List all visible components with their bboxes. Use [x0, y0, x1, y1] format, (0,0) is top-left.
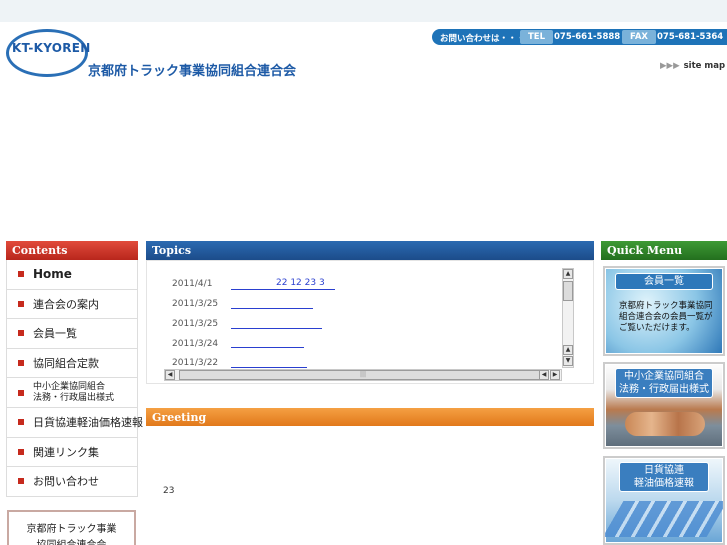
- fax-number: 075-681-5364: [657, 32, 724, 42]
- bullet-icon: [18, 359, 24, 366]
- topic-date: 2011/3/24: [172, 339, 219, 349]
- card-text: 京都府トラック事業協同組合連合会の会員一覧がご覧いただけます。: [619, 301, 713, 333]
- quick-menu-members-card[interactable]: 会員一覧 京都府トラック事業協同組合連合会の会員一覧がご覧いただけます。: [603, 266, 725, 356]
- sidebar-item-members[interactable]: 会員一覧: [6, 319, 138, 349]
- sidebar-item-links[interactable]: 関連リンク集: [6, 437, 138, 467]
- topics-list: 2011/4/1 22 12 23 3 2011/3/25 2011/3/25 …: [146, 260, 594, 384]
- bullet-icon: [18, 389, 24, 396]
- business-people-icon: [605, 501, 723, 537]
- sidebar-item-label: お問い合わせ: [33, 475, 99, 489]
- topics-header: Topics: [146, 241, 594, 260]
- greeting-header: Greeting: [146, 408, 594, 427]
- scroll-up-icon[interactable]: ▲: [563, 269, 573, 279]
- tel-number: 075-661-5888: [554, 32, 621, 42]
- page: KT-KYOREN 京都府トラック事業協同組合連合会 お問い合わせは・・・ TE…: [0, 0, 727, 545]
- topic-link[interactable]: [231, 308, 313, 309]
- scroll-right-icon[interactable]: ▶: [550, 370, 560, 380]
- bullet-icon: [18, 300, 24, 307]
- scroll-up-icon[interactable]: ▲: [563, 345, 573, 355]
- sidebar-item-about[interactable]: 連合会の案内: [6, 289, 138, 319]
- scroll-left-icon[interactable]: ◀: [539, 370, 549, 380]
- sidebar-item-label: 連合会の案内: [33, 297, 99, 311]
- quick-menu-fuel-card[interactable]: 日貨協連 軽油価格速報: [603, 456, 725, 545]
- logo-text: KT-KYOREN: [12, 41, 91, 55]
- topic-link[interactable]: [231, 347, 304, 348]
- topic-date: 2011/3/25: [172, 299, 219, 309]
- sidebar-item-label: 中小企業協同組合 法務・行政届出様式: [33, 381, 115, 403]
- sidebar-nav: Home 連合会の案内 会員一覧 協同組合定款 中小企業協同組合 法務・行政届出…: [6, 260, 143, 497]
- bullet-icon: [18, 330, 24, 337]
- quick-menu-header: Quick Menu: [601, 241, 727, 260]
- topic-link[interactable]: [231, 367, 307, 368]
- topic-link[interactable]: 22 12 23 3: [231, 278, 335, 290]
- sidebar-item-articles[interactable]: 協同組合定款: [6, 348, 138, 378]
- sidebar-item-label: Home: [33, 267, 72, 282]
- tel-tag: TEL: [520, 30, 554, 44]
- top-strip: [0, 0, 727, 22]
- sidebar-item-label: 会員一覧: [33, 327, 77, 341]
- logo[interactable]: KT-KYOREN: [6, 29, 91, 77]
- bullet-icon: [18, 478, 24, 485]
- topic-date: 2011/4/1: [172, 279, 213, 289]
- scroll-thumb[interactable]: [563, 281, 573, 301]
- topic-date: 2011/3/25: [172, 319, 219, 329]
- scroll-left-icon[interactable]: ◀: [165, 370, 175, 380]
- bullet-icon: [18, 419, 24, 426]
- fax-tag: FAX: [622, 30, 656, 44]
- contents-header: Contents: [6, 241, 138, 260]
- sidebar-item-fuel-price[interactable]: 日貨協連軽油価格速報: [6, 408, 143, 438]
- topic-date: 2011/3/22: [172, 358, 219, 368]
- sidebar-item-forms[interactable]: 中小企業協同組合 法務・行政届出様式: [6, 378, 138, 408]
- contact-label: お問い合わせは・・・: [440, 34, 526, 44]
- contact-bar: お問い合わせは・・・ TEL 075-661-5888 FAX 075-681-…: [432, 29, 727, 45]
- greeting-text: 23: [163, 486, 175, 496]
- sidebar-item-home[interactable]: Home: [6, 260, 138, 290]
- scroll-down-icon[interactable]: ▼: [563, 356, 573, 366]
- sitemap-arrows-icon: ▶▶▶: [660, 61, 680, 71]
- sitemap-link[interactable]: ▶▶▶ site map: [660, 61, 725, 71]
- topic-link[interactable]: [231, 328, 322, 329]
- sidebar-item-label: 協同組合定款: [33, 356, 99, 370]
- card-title: 中小企業協同組合 法務・行政届出様式: [615, 368, 713, 398]
- greeting-body: 23: [146, 426, 594, 545]
- topic-link-text: 22 12 23 3: [276, 278, 325, 288]
- org-name: 京都府トラック事業協同組合連合会: [88, 64, 297, 79]
- scroll-thumb[interactable]: |||: [179, 370, 547, 380]
- sidebar-item-contact[interactable]: お問い合わせ: [6, 467, 138, 497]
- card-title: 日貨協連 軽油価格速報: [619, 462, 709, 492]
- bullet-icon: [18, 448, 24, 455]
- topics-vertical-scrollbar[interactable]: ▲ ▲ ▼: [562, 268, 574, 368]
- topics-horizontal-scrollbar[interactable]: ◀ ||| ◀ ▶: [164, 369, 562, 381]
- sitemap-label: site map: [683, 61, 726, 71]
- sidebar-item-label: 関連リンク集: [33, 445, 99, 459]
- bullet-icon: [18, 271, 24, 278]
- card-title: 会員一覧: [615, 273, 713, 290]
- sidebar-item-label: 日貨協連軽油価格速報: [33, 416, 143, 430]
- org-banner[interactable]: 京都府トラック事業 協同組合連合会: [7, 510, 136, 545]
- quick-menu-forms-card[interactable]: 中小企業協同組合 法務・行政届出様式: [603, 362, 725, 449]
- handshake-icon: [625, 412, 705, 436]
